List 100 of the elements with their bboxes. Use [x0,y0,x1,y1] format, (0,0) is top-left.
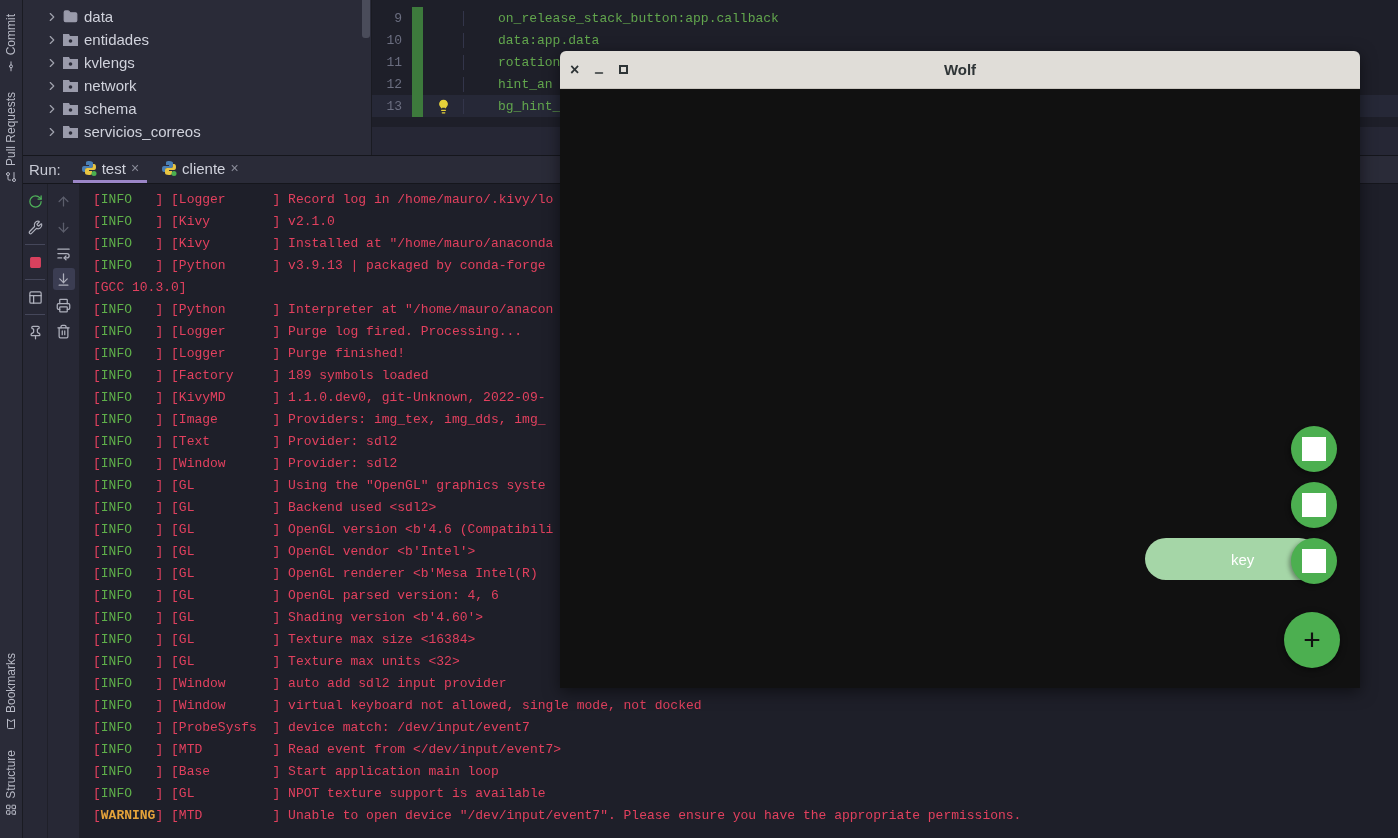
log-source: [Python ] [171,258,281,273]
rerun-icon[interactable] [27,193,43,209]
log-message: NPOT texture support is available [288,786,546,801]
log-level: [INFO ] [93,742,164,757]
log-message: Provider: sdl2 [288,456,398,471]
log-level: [INFO ] [93,764,164,779]
log-level: [INFO ] [93,500,164,515]
log-source: [Kivy ] [171,236,281,251]
log-level: [INFO ] [93,588,164,603]
scroll-to-end-toggle[interactable] [52,268,75,290]
log-source: [GL ] [171,654,281,669]
log-message: Provider: sdl2 [288,434,398,449]
log-level: [INFO ] [93,192,164,207]
layout-icon[interactable] [27,289,43,305]
log-source: [GL ] [171,588,281,603]
line-number: 12 [386,76,403,92]
log-source: [GL ] [171,566,281,581]
scroll-down-icon [56,271,71,287]
log-source: [Image ] [171,412,281,427]
tree-item[interactable]: kvlengs [84,54,135,71]
log-level: [INFO ] [93,236,164,251]
log-level: [INFO ] [93,610,164,625]
code-line: data:app.data [463,32,1398,48]
log-source: [Text ] [171,434,281,449]
log-level: [INFO ] [93,786,164,801]
log-level: [INFO ] [93,302,164,317]
log-level: [INFO ] [93,720,164,735]
tree-item[interactable]: network [84,77,137,94]
bookmarks-icon [5,718,17,731]
log-level: [INFO ] [93,654,164,669]
log-source: [GL ] [171,786,281,801]
action-button[interactable] [1291,426,1337,472]
action-button[interactable] [1291,538,1337,584]
scrollbar-thumb[interactable] [362,0,370,38]
action-button[interactable] [1291,482,1337,528]
log-message: device match: /dev/input/event7 [288,720,530,735]
log-source: [GL ] [171,478,281,493]
log-level: [INFO ] [93,632,164,647]
tool-window-tab[interactable]: Bookmarks [4,653,18,714]
add-button[interactable]: + [1284,612,1340,668]
wrench-icon[interactable] [27,219,43,235]
tree-item[interactable]: entidades [84,31,150,48]
log-message: Shading version <b'4.60'> [288,610,484,625]
log-source: [GL ] [171,522,281,537]
log-level: [INFO ] [93,522,164,537]
log-message: v3.9.13 | packaged by conda-forge [288,258,546,273]
wrap-icon [56,245,71,261]
log-level: [INFO ] [93,676,164,691]
log-source: [GL ] [171,632,281,647]
log-level: [INFO ] [93,324,164,339]
tool-window-tab[interactable]: Pull Requests [4,92,18,167]
log-message: Interpreter at "/home/mauro/anacon [288,302,554,317]
python-icon [161,160,178,176]
log-source: [KivyMD ] [171,390,281,405]
package-folder-icon [63,33,78,46]
line-number: 10 [386,32,403,48]
package-folder-icon [63,125,78,138]
log-source: [GL ] [171,544,281,559]
log-source: [GL ] [171,500,281,515]
log-message: 1.1.0.dev0, git-Unknown, 2022-09- [288,390,546,405]
package-folder-icon [63,102,78,115]
run-tab[interactable]: cliente × [153,156,247,183]
log-level: [INFO ] [93,456,164,471]
log-source: [MTD ] [171,808,281,823]
log-level: [INFO ] [93,214,164,229]
log-message: Installed at "/home/mauro/anaconda [288,236,554,251]
tree-item[interactable]: data [84,8,114,25]
log-source: [Factory ] [171,368,281,383]
log-source: [Logger ] [171,192,281,207]
square-icon [1302,493,1326,517]
log-level: [INFO ] [93,346,164,361]
package-folder-icon [63,56,78,69]
code-line: on_release_stack_button:app.callback [463,10,1398,26]
maximize-icon[interactable] [619,65,629,74]
structure-icon [5,804,17,816]
python-icon [80,160,97,176]
log-source: [GL ] [171,610,281,625]
stop-icon[interactable] [28,255,42,269]
log-message: auto add sdl2 input provider [288,676,507,691]
trash-icon[interactable] [56,323,71,339]
log-source: [Python ] [171,302,281,317]
log-message: Texture max units <32> [288,654,460,669]
printer-icon[interactable] [56,297,71,313]
log-source: [Window ] [171,698,281,713]
log-message: Texture max size <16384> [288,632,476,647]
tool-window-tab[interactable]: Structure [4,750,18,799]
folder-icon [63,9,78,24]
log-source: [MTD ] [171,742,281,757]
tree-item[interactable]: schema [84,100,137,117]
tool-window-tab[interactable]: Commit [4,14,18,56]
log-source: [Window ] [171,456,281,471]
tree-item[interactable]: servicios_correos [84,123,201,140]
run-label: Run: [29,161,61,178]
log-message: Start application main loop [288,764,499,779]
line-number: 9 [394,10,403,26]
pin-icon[interactable] [27,324,43,340]
log-source: [Window ] [171,676,281,691]
log-message: Backend used <sdl2> [288,500,437,515]
log-message: OpenGL vendor <b'Intel'> [288,544,476,559]
log-message: Read event from </dev/input/event7> [288,742,562,757]
